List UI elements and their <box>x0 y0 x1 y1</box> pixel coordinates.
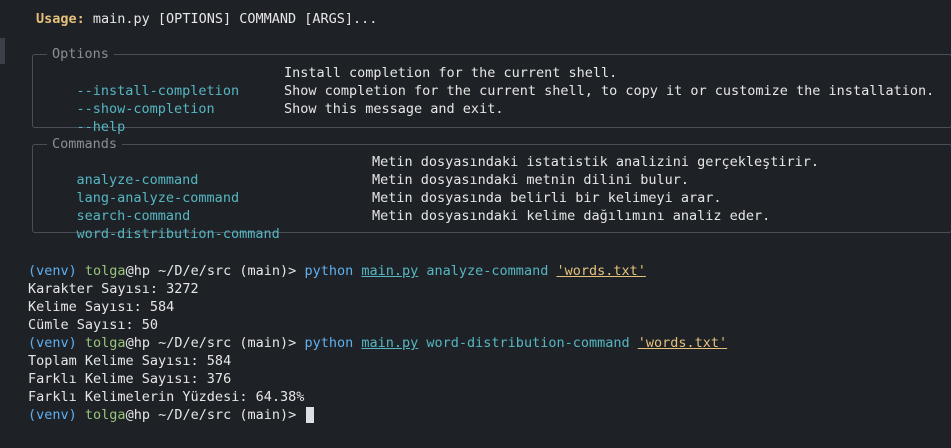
command-description: Metin dosyasındaki kelime dağılımını ana… <box>372 208 771 224</box>
options-panel: Options --install-completion Install com… <box>32 45 951 135</box>
subcommand: analyze-command <box>426 263 549 279</box>
prompt-line: (venv) tolga@hp ~/D/e/src (main)> python… <box>28 334 727 352</box>
prompt-path: ~/D/e/src <box>158 407 232 423</box>
prompt-branch: (main)> <box>239 407 297 423</box>
output-line: Kelime Sayısı: 584 <box>28 299 175 315</box>
output-line: Toplam Kelime Sayısı: 584 <box>28 353 232 369</box>
command-description: Metin dosyasındaki metnin dilini bulur. <box>372 172 689 188</box>
option-description: Install completion for the current shell… <box>284 65 618 81</box>
usage-text: main.py [OPTIONS] COMMAND [ARGS]... <box>84 11 378 27</box>
output-line: Farklı Kelime Sayısı: 376 <box>28 371 232 387</box>
prompt-branch: (main)> <box>239 335 297 351</box>
filename-argument: 'words.txt' <box>556 263 646 279</box>
option-flag: --help <box>76 119 126 135</box>
option-description: Show completion for the current shell, t… <box>284 83 935 99</box>
active-prompt-line[interactable]: (venv) tolga@hp ~/D/e/src (main)> <box>28 406 315 424</box>
prompt-host: @hp <box>125 335 150 351</box>
option-row: --show-completion Show completion for th… <box>44 82 935 117</box>
command-row: analyze-command Metin dosyasındaki istat… <box>44 153 820 188</box>
output-line: Farklı Kelimelerin Yüzdesi: 64.38% <box>28 389 305 405</box>
terminal-cursor[interactable] <box>306 407 315 423</box>
scrollbar-gutter-marker <box>0 38 5 64</box>
venv-indicator: (venv) <box>28 263 77 279</box>
script-file-link[interactable]: main.py <box>361 335 418 351</box>
prompt-user: tolga <box>84 335 126 351</box>
options-panel-title: Options <box>47 45 114 63</box>
option-row: --help Show this message and exit. <box>44 100 504 135</box>
commands-panel-title: Commands <box>47 135 123 153</box>
usage-label: Usage: <box>36 11 85 27</box>
prompt-user: tolga <box>84 263 126 279</box>
output-line: Cümle Sayısı: 50 <box>28 317 159 333</box>
python-command: python <box>304 335 354 351</box>
filename-argument: 'words.txt' <box>637 335 728 351</box>
prompt-path: ~/D/e/src <box>158 263 232 279</box>
prompt-line: (venv) tolga@hp ~/D/e/src (main)> python… <box>28 262 646 280</box>
subcommand: word-distribution-command <box>426 335 630 351</box>
command-name: word-distribution-command <box>76 226 280 242</box>
command-description: Metin dosyasında belirli bir kelimeyi ar… <box>372 190 722 206</box>
output-line: Karakter Sayısı: 3272 <box>28 281 199 297</box>
option-description: Show this message and exit. <box>284 101 504 117</box>
python-command: python <box>304 263 354 279</box>
prompt-host: @hp <box>125 407 150 423</box>
prompt-branch: (main)> <box>239 263 297 279</box>
venv-indicator: (venv) <box>28 407 77 423</box>
usage-line: Usage: main.py [OPTIONS] COMMAND [ARGS].… <box>36 10 377 28</box>
commands-panel: Commands analyze-command Metin dosyasınd… <box>32 135 951 242</box>
script-file-link[interactable]: main.py <box>361 263 418 279</box>
command-row: lang-analyze-command Metin dosyasındaki … <box>44 171 689 206</box>
prompt-path: ~/D/e/src <box>158 335 232 351</box>
prompt-host: @hp <box>125 263 150 279</box>
command-row: word-distribution-command Metin dosyasın… <box>44 207 771 242</box>
option-row: --install-completion Install completion … <box>44 64 618 99</box>
prompt-user: tolga <box>84 407 126 423</box>
command-row: search-command Metin dosyasında belirli … <box>44 189 722 224</box>
command-description: Metin dosyasındaki istatistik analizini … <box>372 154 820 170</box>
venv-indicator: (venv) <box>28 335 77 351</box>
